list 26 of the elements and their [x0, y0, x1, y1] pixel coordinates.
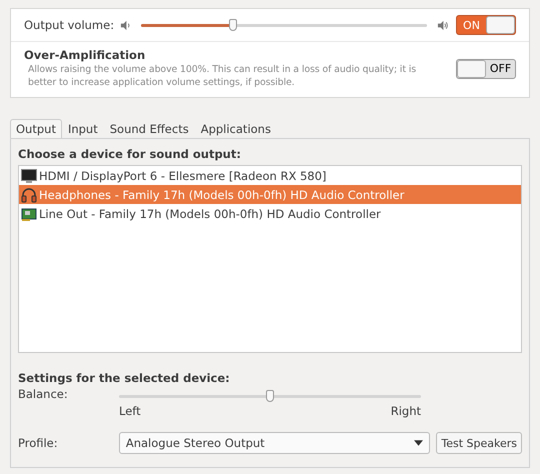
- over-amplification-description: Allows raising the volume above 100%. This can result in a loss of audio quality; it is better to increase application volume settings, if possible.: [27, 63, 418, 89]
- caret-icon: [414, 440, 424, 446]
- device-item[interactable]: HDMI / DisplayPort 6 - Ellesmere [Radeon RX 580]: [19, 166, 521, 185]
- balance-slider[interactable]: [119, 390, 421, 403]
- profile-label: Profile:: [18, 436, 59, 450]
- balance-label: Balance:: [18, 387, 69, 403]
- tab[interactable]: Input: [62, 119, 104, 138]
- over-amplification-title: Over-Amplification: [24, 48, 146, 62]
- devices-heading: Choose a device for sound output:: [18, 147, 242, 161]
- tab[interactable]: Sound Effects: [104, 119, 195, 138]
- speaker-low-icon: [120, 20, 132, 30]
- right-label: Right: [390, 404, 421, 418]
- headphones-icon: [21, 186, 37, 202]
- device-item[interactable]: Line Out - Family 17h (Models 00h-0fh) HD Audio Controller: [19, 204, 521, 223]
- over-amplification-switch[interactable]: OFF: [456, 58, 516, 78]
- volume-label: Output volume:: [24, 18, 114, 32]
- profile-dropdown[interactable]: Analogue Stereo Output: [118, 432, 430, 454]
- monitor-icon: [21, 168, 37, 184]
- settings-heading: Settings for the selected device:: [18, 371, 231, 385]
- sound-card-icon: [21, 206, 37, 222]
- volume-slider[interactable]: [141, 18, 427, 32]
- tab[interactable]: Applications: [194, 119, 277, 138]
- tab[interactable]: Output: [10, 119, 62, 138]
- left-label: Left: [119, 404, 141, 418]
- speaker-high-icon: [437, 20, 448, 30]
- test-speakers-button[interactable]: Test Speakers: [436, 432, 522, 454]
